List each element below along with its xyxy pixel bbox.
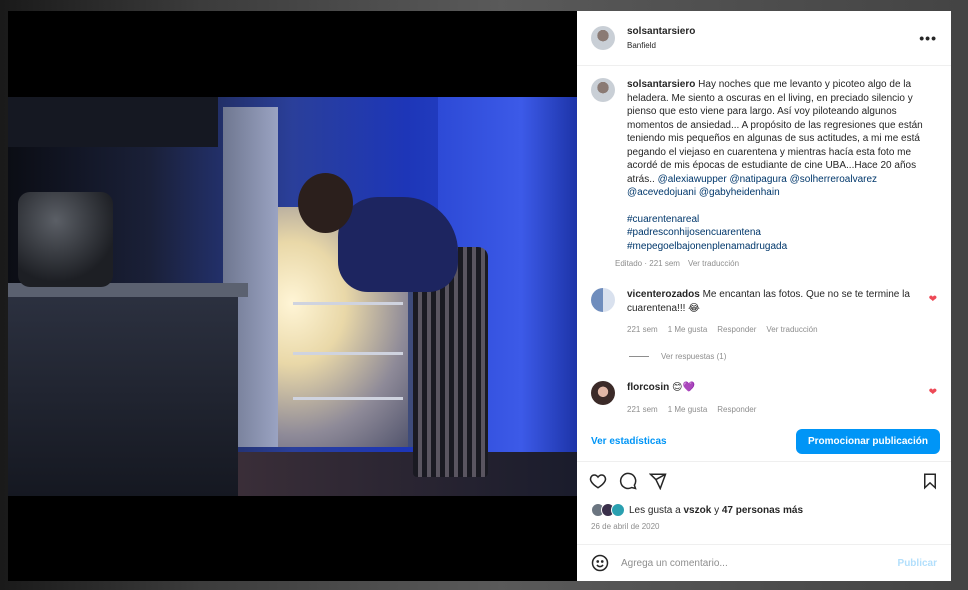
comment-time[interactable]: 221 sem xyxy=(627,405,658,414)
commenter-username[interactable]: florcosin xyxy=(627,382,669,393)
caption: solsantarsiero Hay noches que me levanto… xyxy=(591,78,937,268)
comment-input[interactable] xyxy=(621,557,898,569)
likes-mid: y xyxy=(714,504,720,516)
mention-link[interactable]: @gabyheidenhain xyxy=(699,187,780,198)
comment-icon[interactable] xyxy=(619,472,637,490)
post-media xyxy=(8,11,577,581)
post-info-panel: solsantarsiero Banfield ••• solsantarsie… xyxy=(577,11,951,581)
bookmark-save-icon[interactable] xyxy=(921,472,939,490)
comment-likes[interactable]: 1 Me gusta xyxy=(668,405,708,414)
post-location[interactable]: Banfield xyxy=(627,40,919,52)
heart-icon[interactable]: ❤ xyxy=(929,294,937,305)
view-insights-link[interactable]: Ver estadísticas xyxy=(591,436,667,447)
action-bar xyxy=(577,462,951,500)
promote-post-button[interactable]: Promocionar publicación xyxy=(795,429,940,454)
heart-icon[interactable]: ❤ xyxy=(929,387,937,398)
hashtag-link[interactable]: #mepegoelbajonenplenamadrugada xyxy=(627,240,937,254)
post-date[interactable]: 26 de abril de 2020 xyxy=(577,520,951,540)
caption-translate-link[interactable]: Ver traducción xyxy=(688,259,739,268)
author-username[interactable]: solsantarsiero xyxy=(627,25,919,38)
caption-avatar[interactable] xyxy=(591,78,615,102)
insights-bar: Ver estadísticas Promocionar publicación xyxy=(577,422,951,462)
edited-label: Editado xyxy=(615,259,643,268)
caption-username[interactable]: solsantarsiero xyxy=(627,79,695,90)
likes-row: Les gusta a vszok y 47 personas más xyxy=(577,500,951,520)
likes-others-link[interactable]: 47 personas más xyxy=(722,505,803,516)
post-photo[interactable] xyxy=(8,97,577,496)
view-replies-label: Ver respuestas (1) xyxy=(661,352,727,361)
commenter-username[interactable]: vicenterozados xyxy=(627,289,700,300)
share-send-icon[interactable] xyxy=(649,472,667,490)
commenter-avatar[interactable] xyxy=(591,288,615,312)
liker-username[interactable]: vszok xyxy=(684,505,712,516)
post-header: solsantarsiero Banfield ••• xyxy=(577,11,951,66)
mention-link[interactable]: @alexiawupper xyxy=(658,174,727,185)
publish-button[interactable]: Publicar xyxy=(898,558,937,569)
comments-scroll-area[interactable]: solsantarsiero Hay noches que me levanto… xyxy=(577,66,951,422)
hashtag-link[interactable]: #padresconhijosencuarentena xyxy=(627,226,937,240)
add-comment-bar: Publicar xyxy=(577,544,951,581)
reply-button[interactable]: Responder xyxy=(717,325,756,334)
mention-link[interactable]: @acevedojuani xyxy=(627,187,696,198)
likes-prefix: Les gusta a xyxy=(629,504,681,516)
comment-item: florcosin 😊💜 221 sem 1 Me gusta Responde… xyxy=(591,381,937,414)
mention-link[interactable]: @natipagura xyxy=(729,174,786,185)
commenter-avatar[interactable] xyxy=(591,381,615,405)
post-modal: solsantarsiero Banfield ••• solsantarsie… xyxy=(8,11,951,581)
comment-item: vicenterozados Me encantan las fotos. Qu… xyxy=(591,288,937,334)
more-options-icon[interactable]: ••• xyxy=(919,30,937,46)
comment-time[interactable]: 221 sem xyxy=(627,325,658,334)
like-heart-icon[interactable] xyxy=(589,472,607,490)
caption-text: Hay noches que me levanto y picoteo algo… xyxy=(627,79,923,185)
reply-button[interactable]: Responder xyxy=(717,405,756,414)
comment-text: 😊💜 xyxy=(672,382,695,393)
mention-link[interactable]: @solherreroalvarez xyxy=(790,174,877,185)
emoji-icon[interactable] xyxy=(591,554,609,572)
caption-time[interactable]: 221 sem xyxy=(649,259,680,268)
comment-likes[interactable]: 1 Me gusta xyxy=(668,325,708,334)
author-avatar[interactable] xyxy=(591,26,615,50)
view-replies-button[interactable]: Ver respuestas (1) xyxy=(629,352,937,361)
hashtag-link[interactable]: #cuarentenareal xyxy=(627,213,937,227)
liker-avatar xyxy=(611,503,625,517)
comment-translate-link[interactable]: Ver traducción xyxy=(766,325,817,334)
